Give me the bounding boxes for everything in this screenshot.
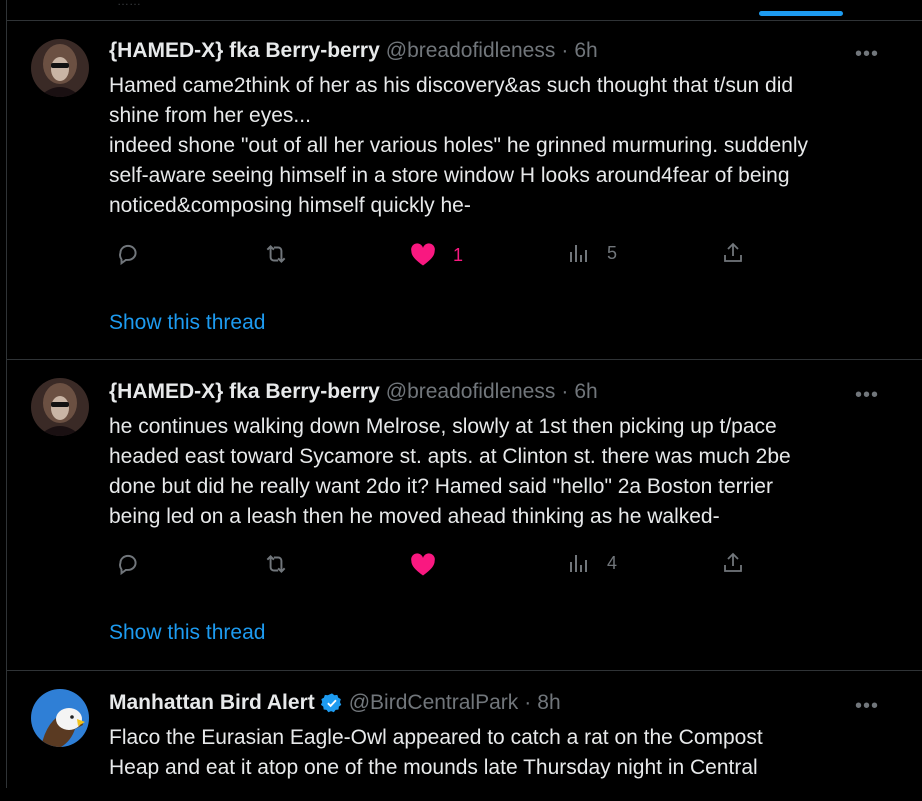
- avatar[interactable]: [31, 39, 89, 97]
- tweet-line: being led on a leash then he moved ahead…: [109, 505, 720, 528]
- reply-icon: [119, 244, 137, 266]
- more-icon[interactable]: •••: [855, 384, 879, 407]
- avatar[interactable]: [31, 378, 89, 436]
- action-bar: 1 5: [109, 241, 749, 269]
- tweet[interactable]: Manhattan Bird Alert @BirdCentralPark · …: [7, 671, 922, 801]
- views-button[interactable]: 5: [567, 241, 617, 265]
- tweet[interactable]: {HAMED-X} fka Berry-berry @breadofidlene…: [7, 21, 922, 360]
- separator-dot: ·: [561, 380, 569, 403]
- heart-icon: [411, 243, 435, 266]
- more-icon[interactable]: •••: [855, 695, 879, 718]
- author-name[interactable]: {HAMED-X} fka Berry-berry: [109, 39, 380, 63]
- show-thread-link[interactable]: Show this thread: [109, 311, 265, 335]
- share-icon: [724, 242, 742, 262]
- tweet-line: Hamed came2think of her as his discovery…: [109, 74, 794, 97]
- verified-badge-icon: [320, 693, 341, 713]
- tweet-header: Manhattan Bird Alert @BirdCentralPark · …: [109, 691, 561, 715]
- timestamp[interactable]: 6h: [574, 380, 597, 404]
- tweet-header: {HAMED-X} fka Berry-berry @breadofidlene…: [109, 39, 598, 63]
- separator-dot: ·: [561, 39, 569, 62]
- share-icon: [724, 552, 742, 572]
- timestamp[interactable]: 8h: [537, 691, 560, 715]
- show-thread-link[interactable]: Show this thread: [109, 621, 265, 645]
- tweet-line: he continues walking down Melrose, slowl…: [109, 415, 777, 438]
- tweet-line: done but did he really want 2do it? Hame…: [109, 475, 773, 498]
- active-tab-indicator: [759, 11, 843, 16]
- tweet-line: Flaco the Eurasian Eagle-Owl appeared to…: [109, 726, 763, 749]
- view-count: 5: [607, 242, 618, 263]
- retweet-icon: [266, 245, 286, 263]
- tweet-text: he continues walking down Melrose, slowl…: [109, 412, 899, 532]
- like-button[interactable]: [409, 551, 437, 579]
- separator-dot: ·: [524, 691, 532, 714]
- heart-icon: [411, 553, 435, 576]
- tweet-line: noticed&composing himself quickly he-: [109, 194, 471, 217]
- tweet-text: Flaco the Eurasian Eagle-Owl appeared to…: [109, 723, 899, 783]
- author-name[interactable]: {HAMED-X} fka Berry-berry: [109, 380, 380, 404]
- tweet-line: headed east toward Sycamore st. apts. at…: [109, 445, 791, 468]
- truncated-text: ……: [117, 0, 141, 8]
- author-handle[interactable]: @breadofidleness: [386, 380, 556, 404]
- author-name[interactable]: Manhattan Bird Alert: [109, 691, 315, 715]
- reply-icon: [119, 554, 137, 576]
- tweet[interactable]: {HAMED-X} fka Berry-berry @breadofidlene…: [7, 360, 922, 671]
- tweet-line: shine from her eyes...: [109, 104, 311, 127]
- views-button[interactable]: 4: [567, 551, 617, 575]
- action-bar: 4: [109, 551, 749, 579]
- more-icon[interactable]: •••: [855, 43, 879, 66]
- tweet-line: indeed shone "out of all her various hol…: [109, 134, 808, 157]
- retweet-icon: [266, 555, 286, 573]
- tweet-line: Heap and eat it atop one of the mounds l…: [109, 756, 758, 779]
- timeline: …… {HAMED-X} fka Berry-berry @breadofidl…: [6, 0, 922, 788]
- reply-button[interactable]: [115, 241, 141, 267]
- author-handle[interactable]: @BirdCentralPark: [349, 691, 519, 715]
- tweet-line: self-aware seeing himself in a store win…: [109, 164, 790, 187]
- view-count: 4: [607, 552, 618, 573]
- tweet-header: {HAMED-X} fka Berry-berry @breadofidlene…: [109, 380, 598, 404]
- views-icon: [570, 555, 587, 572]
- share-button[interactable]: [721, 551, 745, 575]
- retweet-button[interactable]: [263, 241, 289, 267]
- views-icon: [570, 245, 587, 262]
- reply-button[interactable]: [115, 551, 141, 577]
- author-handle[interactable]: @breadofidleness: [386, 39, 556, 63]
- timestamp[interactable]: 6h: [574, 39, 597, 63]
- share-button[interactable]: [721, 241, 745, 265]
- like-count: 1: [453, 244, 464, 265]
- tweet-text: Hamed came2think of her as his discovery…: [109, 71, 899, 221]
- retweet-button[interactable]: [263, 551, 289, 577]
- avatar[interactable]: [31, 689, 89, 747]
- top-divider: ……: [7, 0, 922, 21]
- like-button[interactable]: 1: [409, 241, 463, 269]
